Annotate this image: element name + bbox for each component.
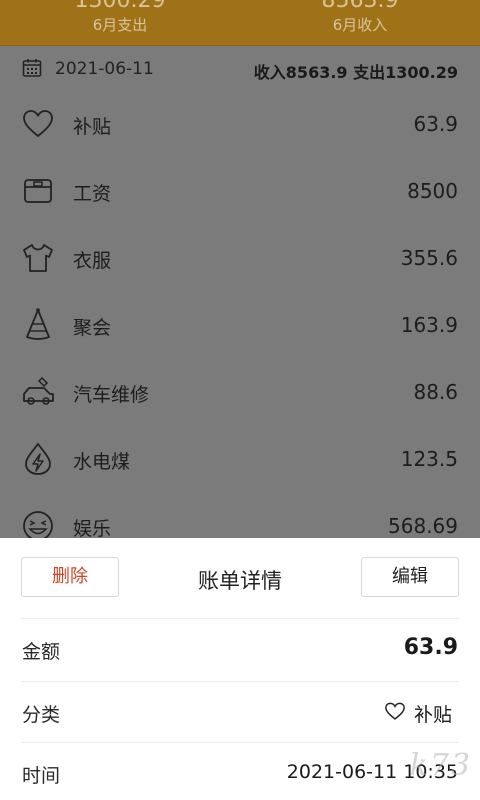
divider bbox=[21, 742, 459, 743]
detail-row-time: 时间 2021-06-11 10:35 bbox=[0, 744, 480, 800]
laughing-face-icon bbox=[23, 511, 53, 538]
record-amount: 63.9 bbox=[413, 112, 458, 136]
watermark-logo: k73 bbox=[409, 748, 472, 783]
wallet-icon bbox=[24, 179, 52, 203]
record-amount: 568.69 bbox=[388, 514, 458, 538]
list-item[interactable]: 娱乐 568.69 bbox=[0, 494, 480, 538]
heart-icon bbox=[23, 110, 53, 138]
list-item[interactable]: 汽车维修 88.6 bbox=[0, 360, 480, 427]
time-key: 时间 bbox=[22, 765, 61, 787]
car-wrench-icon bbox=[23, 376, 54, 405]
month-income: 8563.9 6月收入 bbox=[280, 0, 440, 35]
list-item[interactable]: 水电煤 123.5 bbox=[0, 427, 480, 494]
category-value: 补贴 bbox=[414, 704, 453, 726]
month-summary-header: 1300.29 6月支出 8563.9 6月收入 bbox=[0, 0, 480, 46]
amount-value: 63.9 bbox=[403, 635, 458, 660]
bill-detail-sheet: 删除 账单详情 编辑 金额 63.9 分类 补贴 时间 2021-06-11 1… bbox=[0, 538, 480, 800]
month-income-value: 8563.9 bbox=[321, 0, 399, 13]
category-key: 分类 bbox=[22, 704, 61, 726]
day-summary: 收入8563.9 支出1300.29 bbox=[253, 63, 458, 82]
divider bbox=[21, 681, 459, 682]
record-amount: 123.5 bbox=[400, 447, 458, 471]
record-label: 聚会 bbox=[73, 317, 112, 339]
record-amount: 88.6 bbox=[413, 380, 458, 404]
record-label: 工资 bbox=[73, 183, 112, 205]
heart-icon bbox=[385, 702, 405, 720]
category-value-wrap: 补贴 bbox=[384, 698, 458, 726]
party-hat-icon bbox=[26, 308, 50, 340]
sheet-title: 账单详情 bbox=[198, 569, 282, 593]
day-header: 2021-06-11 收入8563.9 支出1300.29 bbox=[0, 46, 480, 92]
record-label: 汽车维修 bbox=[73, 384, 150, 406]
record-label: 补贴 bbox=[73, 116, 112, 138]
detail-row-category: 分类 补贴 bbox=[0, 683, 480, 743]
records-list: 2021-06-11 收入8563.9 支出1300.29 补贴 63.9 工资… bbox=[0, 46, 480, 538]
record-amount: 355.6 bbox=[400, 246, 458, 270]
delete-button[interactable]: 删除 bbox=[21, 557, 119, 597]
list-item[interactable]: 补贴 63.9 bbox=[0, 92, 480, 159]
day-date: 2021-06-11 bbox=[55, 59, 154, 79]
tshirt-icon bbox=[23, 244, 53, 272]
record-label: 娱乐 bbox=[73, 518, 112, 538]
list-item[interactable]: 聚会 163.9 bbox=[0, 293, 480, 360]
lightning-drop-icon bbox=[25, 442, 51, 475]
divider bbox=[21, 618, 459, 619]
month-expense: 1300.29 6月支出 bbox=[40, 0, 200, 35]
month-expense-value: 1300.29 bbox=[74, 0, 166, 13]
edit-button[interactable]: 编辑 bbox=[361, 557, 459, 597]
calendar-icon bbox=[22, 59, 42, 77]
amount-key: 金额 bbox=[22, 641, 61, 663]
month-expense-label: 6月支出 bbox=[92, 16, 148, 34]
month-income-label: 6月收入 bbox=[332, 16, 388, 34]
detail-row-amount: 金额 63.9 bbox=[0, 620, 480, 680]
list-item[interactable]: 工资 8500 bbox=[0, 159, 480, 226]
list-item[interactable]: 衣服 355.6 bbox=[0, 226, 480, 293]
record-amount: 163.9 bbox=[400, 313, 458, 337]
record-amount: 8500 bbox=[407, 179, 458, 203]
record-label: 水电煤 bbox=[73, 451, 131, 473]
record-label: 衣服 bbox=[73, 250, 112, 272]
